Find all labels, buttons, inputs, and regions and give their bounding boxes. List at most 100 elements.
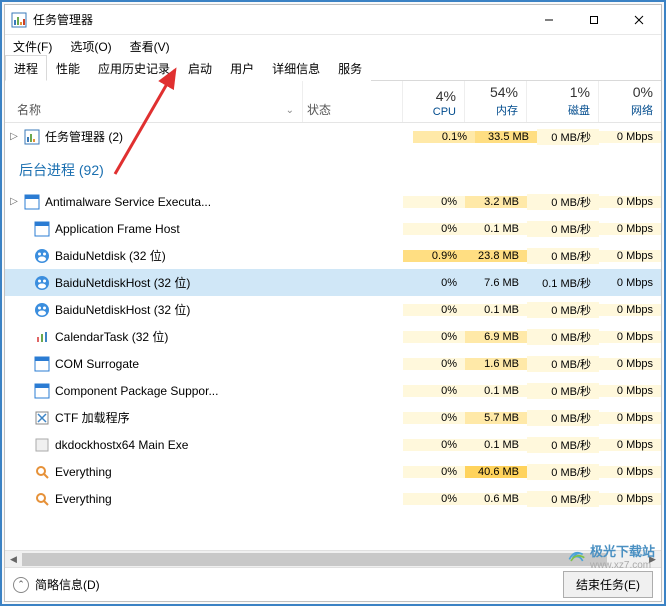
net-label: 网络 (631, 102, 653, 118)
table-row[interactable]: dkdockhostx64 Main Exe0%0.1 MB0 MB/秒0 Mb… (5, 431, 661, 458)
net-cell: 0 Mbps (599, 412, 661, 424)
col-name[interactable]: 名称 ⌄ (5, 81, 303, 122)
col-network[interactable]: 0% 网络 (599, 81, 661, 122)
horizontal-scrollbar[interactable]: ◀ ▶ (5, 550, 661, 567)
disk-usage-pct: 1% (570, 84, 590, 100)
minimize-button[interactable] (526, 5, 571, 34)
fewer-details-toggle[interactable]: ⌃ 简略信息(D) (13, 576, 563, 593)
cpu-cell: 0% (403, 439, 465, 451)
process-name: CalendarTask (32 位) (51, 328, 303, 345)
table-row[interactable]: Component Package Suppor... 0%0.1 MB0 MB/… (5, 377, 661, 404)
group-background-processes: 后台进程 (92) (5, 150, 661, 188)
cpu-cell: 0% (403, 277, 465, 289)
process-icon (33, 329, 51, 345)
net-cell: 0 Mbps (599, 277, 661, 289)
process-name: CTF 加载程序 (51, 409, 303, 426)
process-icon (23, 194, 41, 210)
cpu-cell: 0% (403, 196, 465, 208)
process-icon (33, 275, 51, 291)
disk-cell: 0 MB/秒 (527, 410, 599, 426)
process-list: ▷ 任务管理器 (2) 0.1% 33.5 MB 0 MB/秒 0 Mbps 后… (5, 123, 661, 550)
disk-cell: 0 MB/秒 (527, 221, 599, 237)
process-name: Application Frame Host (51, 222, 303, 236)
tab-processes[interactable]: 进程 (5, 55, 47, 81)
table-row[interactable]: Everything0%0.6 MB0 MB/秒0 Mbps (5, 485, 661, 512)
table-row[interactable]: ▷Antimalware Service Executa...0%3.2 MB0… (5, 188, 661, 215)
table-row[interactable]: BaiduNetdiskHost (32 位)0%7.6 MB0.1 MB/秒0… (5, 269, 661, 296)
mem-label: 内存 (496, 102, 518, 118)
tab-app-history[interactable]: 应用历史记录 (89, 55, 179, 81)
titlebar: 任务管理器 (5, 5, 661, 35)
col-name-label: 名称 (17, 101, 41, 118)
table-row[interactable]: COM Surrogate0%1.6 MB0 MB/秒0 Mbps (5, 350, 661, 377)
tab-users[interactable]: 用户 (221, 55, 263, 81)
cpu-cell: 0% (403, 493, 465, 505)
column-headers: 名称 ⌄ 状态 4% CPU 54% 内存 1% 磁盘 0% 网络 (5, 81, 661, 123)
cpu-cell: 0.1% (413, 131, 475, 143)
expand-icon[interactable]: ▷ (5, 196, 23, 207)
menu-options[interactable]: 选项(O) (66, 36, 115, 57)
menu-view[interactable]: 查看(V) (126, 36, 174, 57)
process-icon (33, 221, 51, 237)
net-cell: 0 Mbps (599, 250, 661, 262)
expand-icon[interactable]: ▷ (5, 131, 23, 142)
process-icon (33, 464, 51, 480)
mem-cell: 40.6 MB (465, 466, 527, 478)
disk-cell: 0 MB/秒 (527, 383, 599, 399)
process-name: BaiduNetdiskHost (32 位) (51, 274, 303, 291)
table-row[interactable]: BaiduNetdisk (32 位)0.9%23.8 MB0 MB/秒0 Mb… (5, 242, 661, 269)
cpu-cell: 0% (403, 304, 465, 316)
process-name: Component Package Suppor... (51, 384, 303, 398)
net-cell: 0 Mbps (599, 304, 661, 316)
task-manager-icon (23, 129, 41, 145)
scroll-thumb[interactable] (22, 553, 607, 566)
menu-file[interactable]: 文件(F) (9, 36, 56, 57)
table-row[interactable]: BaiduNetdiskHost (32 位)0%0.1 MB0 MB/秒0 M… (5, 296, 661, 323)
scroll-right-icon[interactable]: ▶ (644, 551, 661, 567)
process-name: Everything (51, 492, 303, 506)
table-row[interactable]: CTF 加载程序0%5.7 MB0 MB/秒0 Mbps (5, 404, 661, 431)
tab-startup[interactable]: 启动 (179, 55, 221, 81)
process-name: dkdockhostx64 Main Exe (51, 438, 303, 452)
col-disk[interactable]: 1% 磁盘 (527, 81, 599, 122)
col-status[interactable]: 状态 (303, 81, 403, 122)
mem-cell: 0.1 MB (465, 385, 527, 397)
net-cell: 0 Mbps (599, 196, 661, 208)
table-row[interactable]: Everything0%40.6 MB0 MB/秒0 Mbps (5, 458, 661, 485)
disk-label: 磁盘 (568, 102, 590, 118)
close-button[interactable] (616, 5, 661, 34)
process-icon (33, 302, 51, 318)
window-title: 任务管理器 (33, 11, 526, 28)
col-cpu[interactable]: 4% CPU (403, 81, 465, 122)
mem-cell: 0.1 MB (465, 439, 527, 451)
cpu-cell: 0% (403, 358, 465, 370)
scroll-left-icon[interactable]: ◀ (5, 551, 22, 567)
table-row[interactable]: CalendarTask (32 位)0%6.9 MB0 MB/秒0 Mbps (5, 323, 661, 350)
chevron-down-icon: ⌄ (286, 105, 294, 116)
mem-usage-pct: 54% (490, 84, 518, 100)
maximize-button[interactable] (571, 5, 616, 34)
col-memory[interactable]: 54% 内存 (465, 81, 527, 122)
process-icon (33, 248, 51, 264)
tab-details[interactable]: 详细信息 (263, 55, 329, 81)
disk-cell: 0 MB/秒 (527, 329, 599, 345)
process-icon (33, 491, 51, 507)
net-cell: 0 Mbps (599, 439, 661, 451)
tab-performance[interactable]: 性能 (47, 55, 89, 81)
table-row[interactable]: Application Frame Host0%0.1 MB0 MB/秒0 Mb… (5, 215, 661, 242)
table-row[interactable]: ▷ 任务管理器 (2) 0.1% 33.5 MB 0 MB/秒 0 Mbps (5, 123, 661, 150)
net-cell: 0 Mbps (599, 385, 661, 397)
tab-services[interactable]: 服务 (329, 55, 371, 81)
net-cell: 0 Mbps (599, 493, 661, 505)
mem-cell: 5.7 MB (465, 412, 527, 424)
process-icon (33, 383, 51, 399)
cpu-cell: 0% (403, 385, 465, 397)
end-task-button[interactable]: 结束任务(E) (563, 571, 653, 598)
disk-cell: 0 MB/秒 (527, 356, 599, 372)
disk-cell: 0 MB/秒 (527, 248, 599, 264)
task-manager-window: 任务管理器 文件(F) 选项(O) 查看(V) 进程 性能 应用历史记录 启动 … (4, 4, 662, 602)
net-cell: 0 Mbps (599, 223, 661, 235)
process-icon (33, 437, 51, 453)
net-cell: 0 Mbps (599, 331, 661, 343)
scroll-track[interactable] (22, 551, 644, 567)
